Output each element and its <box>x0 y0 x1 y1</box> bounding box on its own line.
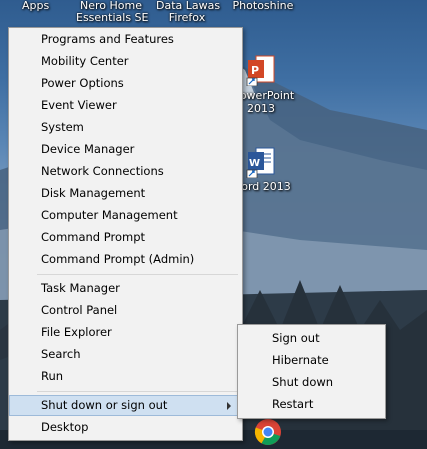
menu-item-command-prompt-admin[interactable]: Command Prompt (Admin) <box>9 249 242 270</box>
shut-down-submenu: Sign out Hibernate Shut down Restart <box>237 324 386 419</box>
menu-item-disk-management[interactable]: Disk Management <box>9 183 242 204</box>
menu-item-shut-down-or-sign-out[interactable]: Shut down or sign out <box>9 395 242 416</box>
menu-item-power-options[interactable]: Power Options <box>9 73 242 94</box>
menu-item-system[interactable]: System <box>9 117 242 138</box>
menu-item-computer-management[interactable]: Computer Management <box>9 205 242 226</box>
submenu-item-hibernate[interactable]: Hibernate <box>238 350 385 371</box>
desktop-label-photoshine[interactable]: Photoshine <box>232 0 294 12</box>
menu-item-command-prompt[interactable]: Command Prompt <box>9 227 242 248</box>
menu-item-task-manager[interactable]: Task Manager <box>9 278 242 299</box>
submenu-item-sign-out[interactable]: Sign out <box>238 328 385 349</box>
word-icon[interactable]: W <box>246 146 276 179</box>
menu-separator <box>37 274 238 275</box>
menu-item-event-viewer[interactable]: Event Viewer <box>9 95 242 116</box>
menu-item-programs-and-features[interactable]: Programs and Features <box>9 29 242 50</box>
chrome-icon[interactable] <box>254 418 282 446</box>
powerpoint-label-line2[interactable]: 2013 <box>238 103 284 115</box>
submenu-item-shut-down[interactable]: Shut down <box>238 372 385 393</box>
menu-item-mobility-center[interactable]: Mobility Center <box>9 51 242 72</box>
svg-text:W: W <box>249 158 260 169</box>
menu-item-device-manager[interactable]: Device Manager <box>9 139 242 160</box>
menu-item-file-explorer[interactable]: File Explorer <box>9 322 242 343</box>
menu-separator <box>37 391 238 392</box>
menu-item-search[interactable]: Search <box>9 344 242 365</box>
powerpoint-icon[interactable]: P <box>246 54 276 87</box>
menu-item-control-panel[interactable]: Control Panel <box>9 300 242 321</box>
word-label[interactable]: ord 2013 <box>240 181 292 193</box>
submenu-arrow-icon <box>227 402 231 410</box>
desktop-label-apps[interactable]: Apps <box>22 0 49 12</box>
powerpoint-label-line1[interactable]: owerPoint <box>238 90 296 102</box>
submenu-item-restart[interactable]: Restart <box>238 394 385 415</box>
svg-text:P: P <box>251 64 259 77</box>
win-x-context-menu: Programs and Features Mobility Center Po… <box>8 27 243 441</box>
menu-item-run[interactable]: Run <box>9 366 242 387</box>
menu-item-shut-down-label: Shut down or sign out <box>41 398 168 412</box>
desktop-label-data-lawas-line2[interactable]: Firefox <box>156 12 218 24</box>
menu-item-desktop[interactable]: Desktop <box>9 417 242 438</box>
menu-item-network-connections[interactable]: Network Connections <box>9 161 242 182</box>
desktop-label-nero-line2[interactable]: Essentials SE <box>76 12 148 24</box>
